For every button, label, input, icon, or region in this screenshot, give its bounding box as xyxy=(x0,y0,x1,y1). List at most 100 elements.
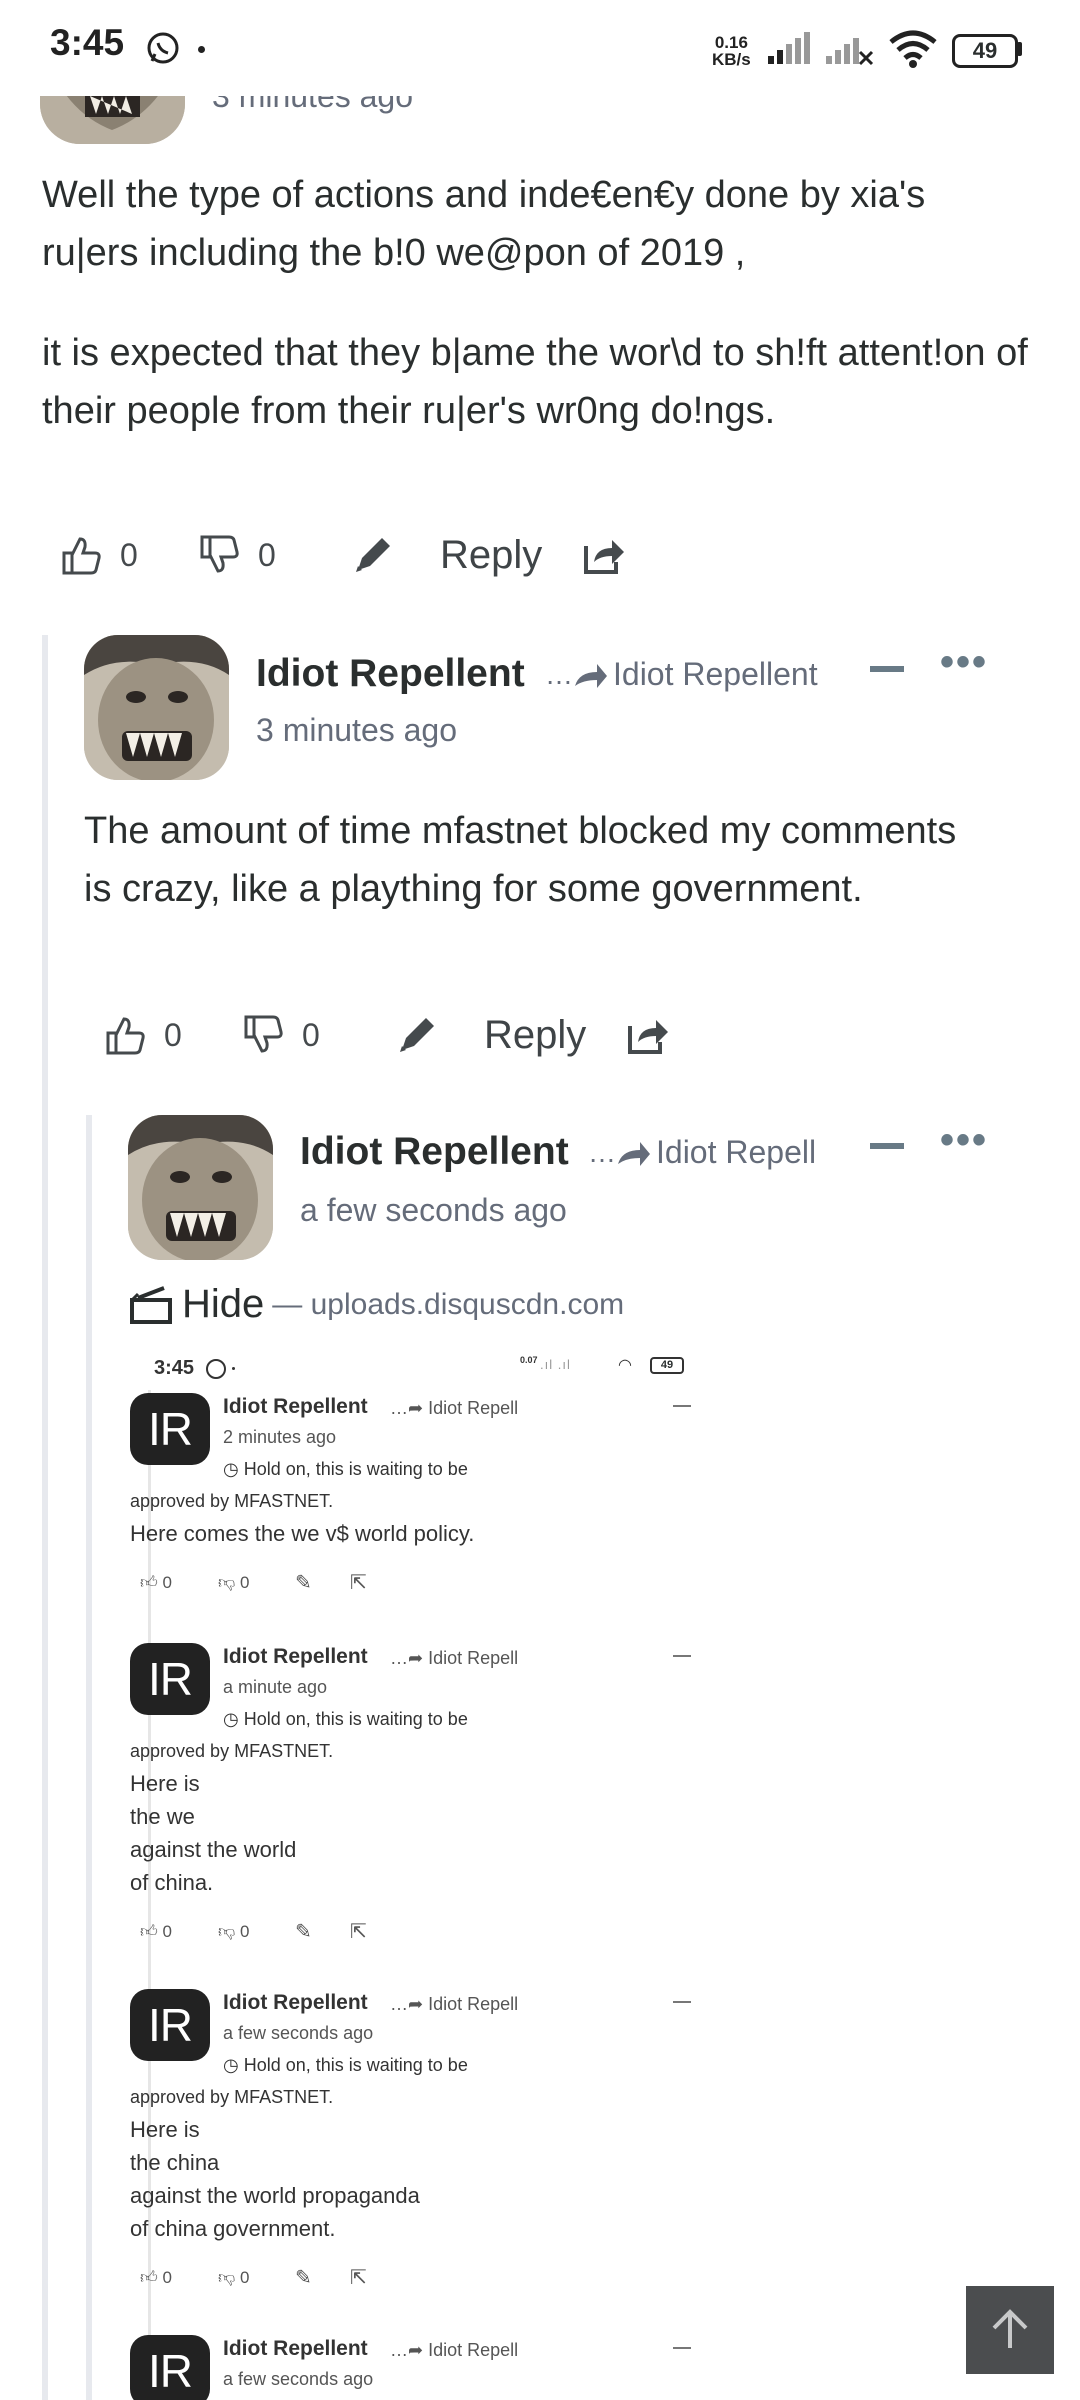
reply-arrow-icon xyxy=(618,1141,650,1166)
downvote-button[interactable]: 0 xyxy=(198,520,276,590)
signal-no-service-icon xyxy=(826,32,876,71)
embedded-upvote: 👍︎ 0 xyxy=(140,2268,172,2287)
arrow-up-icon xyxy=(992,2309,1028,2348)
reply-arrow-icon xyxy=(575,663,607,688)
downvote-button[interactable]: 0 xyxy=(242,1000,320,1070)
battery-tip xyxy=(1017,42,1022,56)
embedded-collapse-icon xyxy=(673,1655,691,1657)
embedded-comment-text: Here is xyxy=(130,1771,200,1796)
embedded-downvote: 👎︎ 0 xyxy=(218,1573,250,1592)
collapse-button[interactable] xyxy=(870,666,904,672)
reply-to[interactable]: … Idiot Repellent xyxy=(545,656,835,693)
embedded-pending-notice: approved by MFASTNET. xyxy=(130,2087,334,2107)
comment-body: it is expected that they b|ame the wor\d… xyxy=(42,332,1028,432)
embedded-collapse-icon xyxy=(673,2001,691,2003)
image-hide-icon xyxy=(130,1285,172,1324)
embedded-dot-icon xyxy=(232,1367,235,1370)
comment-body: The amount of time mfastnet blocked my c… xyxy=(84,810,957,910)
embedded-comment-timestamp: a few seconds ago xyxy=(223,2023,374,2043)
thread-line xyxy=(42,635,48,2400)
embedded-whatsapp-icon xyxy=(206,1359,226,1379)
embedded-comment-text: the we xyxy=(130,1804,195,1829)
embedded-avatar-initials: IR xyxy=(130,1393,210,1465)
share-button[interactable] xyxy=(624,1000,670,1070)
embedded-comment-timestamp: 2 minutes ago xyxy=(223,1427,337,1447)
comment-timestamp[interactable]: 3 minutes ago xyxy=(256,712,457,749)
battery-icon: 49 xyxy=(952,34,1018,68)
more-options-button[interactable]: ••• xyxy=(940,1118,988,1163)
media-hide-toggle[interactable]: Hide — uploads.disquscdn.com xyxy=(128,1282,624,1327)
embedded-reply-to: …➦ Idiot Repell xyxy=(390,1398,519,1418)
embedded-upvote: 👍︎ 0 xyxy=(140,1573,172,1592)
embedded-pending-notice: ◷ Hold on, this is waiting to be xyxy=(223,2055,468,2075)
embedded-edit-icon: ✎ xyxy=(295,1572,312,1594)
embedded-share-icon: ⇱ xyxy=(350,1572,367,1594)
embedded-avatar-initials: IR xyxy=(130,1989,210,2061)
share-icon xyxy=(584,540,624,574)
edit-button[interactable] xyxy=(350,520,396,590)
embedded-comment-author: Idiot Repellent xyxy=(223,1991,368,2014)
reply-to-name: Idiot Repellent xyxy=(613,656,818,692)
embedded-battery: 49 xyxy=(650,1357,684,1374)
embedded-downvote: 👎︎ 0 xyxy=(218,1922,250,1941)
reply-button[interactable]: Reply xyxy=(440,520,542,590)
thumbs-up-icon xyxy=(106,1017,145,1055)
embedded-comment-text: Here is xyxy=(130,2117,200,2142)
embedded-avatar-initials: IR xyxy=(130,2335,210,2400)
reply-button[interactable]: Reply xyxy=(484,1000,586,1070)
embedded-collapse-icon xyxy=(673,2347,691,2349)
embedded-speed: 0.07 xyxy=(520,1355,538,1365)
avatar[interactable] xyxy=(84,635,229,780)
embedded-collapse-icon xyxy=(673,1405,691,1407)
embedded-share-icon: ⇱ xyxy=(350,2267,367,2289)
pencil-icon xyxy=(400,1018,434,1052)
comment-body: Well the type of actions and inde€en€y d… xyxy=(42,174,926,274)
reply-to[interactable]: … Idiot Repell xyxy=(588,1134,823,1171)
comment-author[interactable]: Idiot Repellent xyxy=(300,1130,569,1174)
collapse-button[interactable] xyxy=(870,1143,904,1149)
reply-to-name: Idiot Repell xyxy=(656,1134,817,1170)
battery-level: 49 xyxy=(972,38,998,63)
embedded-reply-to: …➦ Idiot Repell xyxy=(390,2340,519,2360)
embedded-signal-icon: .ıl .ıl xyxy=(540,1357,571,1372)
media-source-link[interactable]: — uploads.disquscdn.com xyxy=(272,1288,624,1322)
embedded-reply-to: …➦ Idiot Repell xyxy=(390,1994,519,2014)
edit-button[interactable] xyxy=(394,1000,440,1070)
embedded-edit-icon: ✎ xyxy=(295,2267,312,2289)
embedded-comment-text: of china government. xyxy=(130,2216,336,2241)
embedded-reply-to: …➦ Idiot Repell xyxy=(390,1648,519,1668)
wifi-icon xyxy=(888,28,938,73)
embedded-wifi-icon: ◠ xyxy=(618,1357,632,1374)
embedded-avatar-initials: IR xyxy=(130,1643,210,1715)
embedded-downvote: 👎︎ 0 xyxy=(218,2268,250,2287)
embedded-screenshot-image[interactable]: 3:45 0.07 .ıl .ıl ◠ 49 IR Idiot Repellent… xyxy=(130,1345,730,2400)
thumbs-down-icon xyxy=(244,1015,283,1053)
notification-dot-icon xyxy=(198,46,205,53)
upvote-button[interactable]: 0 xyxy=(60,520,138,590)
embedded-comment-author: Idiot Repellent xyxy=(223,1395,368,1418)
embedded-comment-text: of china. xyxy=(130,1870,214,1895)
network-speed: 0.16 KB/s xyxy=(712,33,751,69)
upvote-button[interactable]: 0 xyxy=(104,1000,182,1070)
scroll-to-top-button[interactable] xyxy=(966,2286,1054,2374)
downvote-count: 0 xyxy=(258,536,276,573)
embedded-comment-author: Idiot Repellent xyxy=(223,1645,368,1668)
comment-timestamp[interactable]: a few seconds ago xyxy=(300,1192,567,1229)
embedded-pending-notice: ◷ Hold on, this is waiting to be xyxy=(223,1459,468,1479)
thumbs-down-icon xyxy=(200,535,239,573)
share-button[interactable] xyxy=(580,520,626,590)
downvote-count: 0 xyxy=(302,1016,320,1053)
thread-line xyxy=(86,1115,92,2400)
more-options-button[interactable]: ••• xyxy=(940,640,988,685)
comment-actions: 0 0 Reply xyxy=(60,520,660,590)
embedded-comment-text: against the world xyxy=(130,1837,297,1862)
embedded-pending-notice: approved by MFASTNET. xyxy=(130,1491,334,1511)
avatar[interactable] xyxy=(128,1115,273,1260)
embedded-comment-text: Here comes the we v$ world policy. xyxy=(130,1521,475,1546)
upvote-count: 0 xyxy=(120,536,138,573)
upvote-count: 0 xyxy=(164,1016,182,1053)
signal-icon xyxy=(768,32,814,71)
comment-author[interactable]: Idiot Repellent xyxy=(256,652,525,696)
status-time: 3:45 xyxy=(50,22,125,63)
whatsapp-icon xyxy=(145,30,181,71)
